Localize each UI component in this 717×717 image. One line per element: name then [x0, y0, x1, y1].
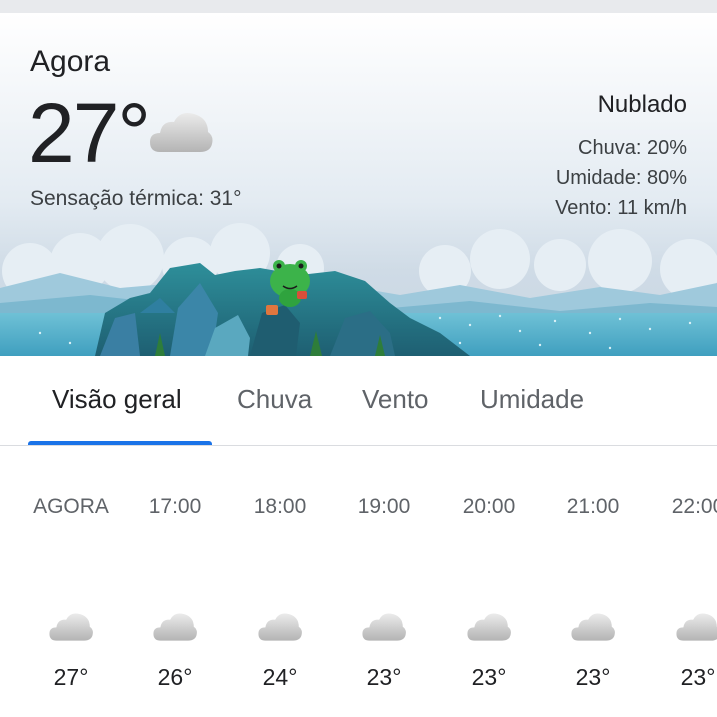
hour-temperature: 23°: [680, 664, 716, 690]
hour-time: 20:00: [462, 495, 516, 518]
cloud-icon: [675, 610, 717, 647]
humidity: Umidade: 80%: [555, 167, 687, 189]
current-weather-card: Agora 27° Sensação térmica: 31° Nublado …: [0, 13, 717, 356]
hour-time: 21:00: [566, 495, 620, 518]
now-label: Agora: [30, 45, 111, 78]
hourly-item: 19:00 23°: [332, 447, 436, 717]
tab-bar: Visão geral Chuva Vento Umidade: [0, 356, 717, 446]
cloud-icon: [361, 610, 407, 647]
tab-vento[interactable]: Vento: [362, 384, 429, 415]
hourly-item: 21:00 23°: [541, 447, 645, 717]
hour-time: 18:00: [253, 495, 307, 518]
cloud-icon: [48, 610, 94, 647]
hour-temperature: 26°: [157, 664, 193, 690]
hourly-item: 22:00 23°: [646, 447, 717, 717]
cloud-icon: [570, 610, 616, 647]
hour-temperature: 23°: [575, 664, 611, 690]
cloud-icon: [466, 610, 512, 647]
hour-time: 22:00: [671, 495, 717, 518]
hour-temperature: 23°: [471, 664, 507, 690]
hourly-item: AGORA 27°: [19, 447, 123, 717]
tab-chuva[interactable]: Chuva: [237, 384, 312, 415]
hour-temperature: 23°: [366, 664, 402, 690]
condition-text: Nublado: [597, 91, 687, 118]
hour-time: AGORA: [33, 495, 109, 518]
hour-time: 17:00: [148, 495, 202, 518]
cloud-icon: [257, 610, 303, 647]
hourly-forecast[interactable]: AGORA 27° 17:00 26° 18:00 24° 19:00 23° …: [0, 447, 717, 717]
top-strip: [0, 0, 717, 13]
hour-temperature: 27°: [53, 664, 89, 690]
active-tab-indicator: [28, 441, 212, 445]
tab-umidade[interactable]: Umidade: [480, 384, 584, 415]
hourly-item: 20:00 23°: [437, 447, 541, 717]
wind: Vento: 11 km/h: [555, 197, 687, 219]
hour-time: 19:00: [357, 495, 411, 518]
cloud-icon: [152, 610, 198, 647]
feels-like: Sensação térmica: 31°: [30, 187, 242, 210]
rain-chance: Chuva: 20%: [578, 137, 687, 159]
condition-details: Nublado Chuva: 20% Umidade: 80% Vento: 1…: [555, 91, 687, 223]
tab-visao-geral[interactable]: Visão geral: [52, 384, 182, 415]
hour-temperature: 24°: [262, 664, 298, 690]
current-temperature: 27°: [28, 86, 151, 180]
cloud-icon: [148, 108, 214, 159]
hourly-item: 18:00 24°: [228, 447, 332, 717]
hourly-item: 17:00 26°: [123, 447, 227, 717]
